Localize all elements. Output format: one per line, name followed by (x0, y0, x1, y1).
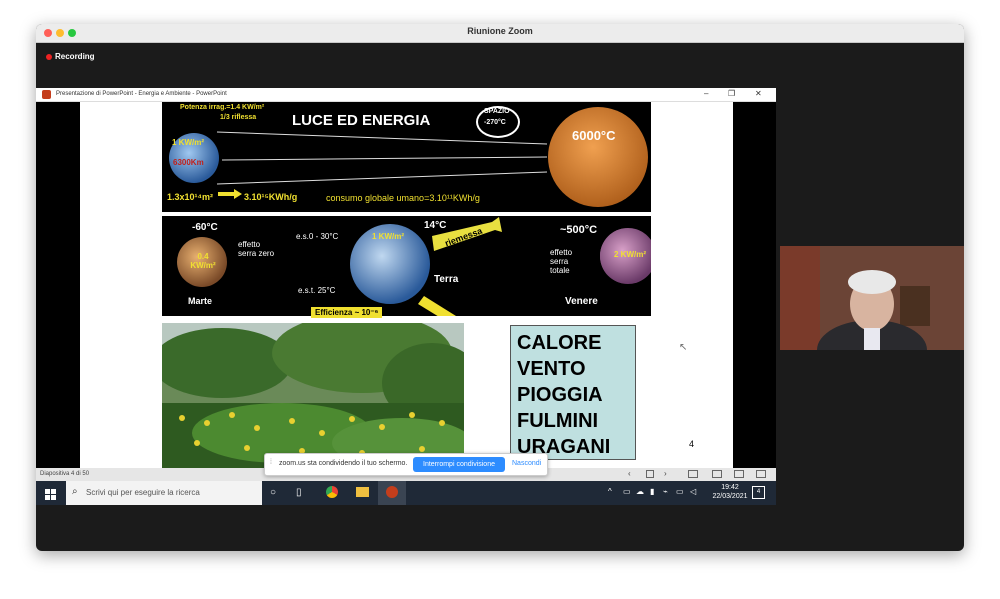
windows-start-icon[interactable] (45, 487, 56, 500)
calore-line: CALORE (517, 332, 602, 354)
slide: Potenza irrag.=1.4 KW/m² 1/3 riflessa LU… (80, 102, 733, 468)
riflessa-text: 1/3 riflessa (220, 114, 257, 121)
powerpoint-taskbar-button[interactable] (378, 481, 406, 505)
share-status-text: zoom.us sta condividendo il tuo schermo. (279, 460, 408, 467)
sorter-view-icon[interactable] (712, 470, 722, 478)
ppt-restore-icon[interactable]: ❐ (728, 89, 735, 98)
slide-grid-icon[interactable] (646, 470, 654, 478)
ppt-close-icon[interactable]: ✕ (755, 89, 762, 98)
recording-indicator: Recording (46, 52, 95, 61)
search-icon: ⌕ (72, 486, 78, 497)
participant-video-image (780, 246, 964, 350)
window-titlebar: Riunione Zoom (36, 24, 964, 43)
earth-irradiance: 1 KW/m² (172, 138, 204, 147)
powerpoint-titlebar: Presentazione di PowerPoint - Energia e … (36, 88, 776, 102)
powerpoint-taskbar-icon (386, 486, 398, 498)
onedrive-icon[interactable]: ☁ (636, 487, 644, 496)
clock-date[interactable]: 22/03/2021 (706, 493, 754, 500)
task-view-icon[interactable]: ▯ (296, 487, 302, 498)
taskbar-search-box[interactable]: ⌕ Scrivi qui per eseguire la ricerca (66, 481, 262, 505)
drag-handle-icon[interactable]: ⁞ (270, 459, 272, 466)
microphone-icon[interactable]: ▮ (650, 487, 654, 496)
est-label: e.s.t. 25°C (298, 286, 336, 295)
mars-label: Marte (188, 296, 213, 306)
clock-time[interactable]: 19:42 (712, 484, 748, 491)
venus-irradiance: 2 KW/m² (614, 250, 646, 259)
slide-counter: Diapositiva 4 di 50 (40, 471, 90, 477)
vegetation-photo (162, 323, 464, 468)
spazio-label: SPAZIO (484, 108, 510, 115)
reading-view-icon[interactable] (734, 470, 744, 478)
volume-icon[interactable]: ◁ (690, 487, 696, 496)
next-slide-icon[interactable]: › (664, 469, 667, 478)
sun-temperature: 6000°C (572, 128, 616, 143)
notifications-icon[interactable]: 4 (752, 486, 765, 499)
energy-per-day: 3.10¹⁵KWh/g (244, 192, 298, 202)
zoom-window: Riunione Zoom Recording Presentazione di… (36, 24, 964, 551)
planets-panel: -60°C 0.4 KW/m² Marte effetto serra zero… (162, 216, 651, 316)
hide-share-bar-button[interactable]: Nascondi (512, 460, 541, 467)
shared-screen: Presentazione di PowerPoint - Energia e … (36, 88, 776, 506)
windows-taskbar: ⌕ Scrivi qui per eseguire la ricerca ○ ▯… (36, 481, 776, 505)
fulmini-line: FULMINI (517, 410, 599, 432)
slideshow-view-icon[interactable] (756, 470, 766, 478)
mars-temperature: -60°C (192, 222, 218, 233)
spazio-temperature: -270°C (484, 119, 506, 126)
es0-label: e.s.0 - 30°C (296, 232, 339, 241)
cortana-icon[interactable]: ○ (270, 487, 276, 498)
file-explorer-icon[interactable] (356, 487, 369, 497)
mars-irradiance: 0.4 KW/m² (190, 252, 216, 270)
powerpoint-icon (42, 90, 51, 99)
consumo-text: consumo globale umano=3.10¹¹KWh/g (326, 193, 480, 203)
earth-radius: 6300Km (173, 158, 204, 167)
pioggia-line: PIOGGIA (517, 384, 603, 406)
earth-temperature: 14°C (424, 220, 447, 231)
tray-network-icon[interactable]: ▭ (623, 487, 631, 496)
recording-label: Recording (55, 52, 95, 61)
stop-share-button[interactable]: Interrompi condivisione (413, 457, 505, 472)
slide-page-number: 4 (689, 439, 695, 449)
terra-label: Terra (434, 274, 459, 285)
tray-chevron-icon[interactable]: ^ (608, 487, 612, 496)
sun-earth-panel: Potenza irrag.=1.4 KW/m² 1/3 riflessa LU… (162, 102, 651, 212)
venere-label: Venere (565, 296, 598, 307)
efficienza-label: Efficienza ~ 10⁻⁶ (311, 307, 383, 318)
powerpoint-title: Presentazione di PowerPoint - Energia e … (56, 91, 227, 97)
window-title: Riunione Zoom (467, 26, 533, 36)
chrome-icon[interactable] (326, 486, 338, 498)
effetto-serra-zero: effetto serra zero (238, 240, 275, 258)
vento-line: VENTO (517, 358, 586, 380)
effetto-serra-totale: effetto serra totale (550, 248, 573, 275)
calore-box: CALORE VENTO PIOGGIA FULMINI URAGANI (510, 325, 636, 460)
search-placeholder: Scrivi qui per eseguire la ricerca (86, 488, 200, 497)
venus-temperature: ~500°C (560, 224, 598, 236)
ppt-minimize-icon[interactable]: – (704, 89, 708, 98)
display-icon[interactable]: ▭ (676, 487, 684, 496)
potenza-text: Potenza irrag.=1.4 KW/m² (180, 104, 265, 111)
slide-heading: LUCE ED ENERGIA (292, 112, 431, 129)
usb-icon[interactable]: ⌁ (663, 487, 668, 496)
prev-slide-icon[interactable]: ‹ (628, 469, 631, 478)
participant-video[interactable] (780, 246, 964, 350)
earth-area: 1.3x10¹⁴m² (167, 192, 213, 202)
normal-view-icon[interactable] (688, 470, 698, 478)
vegetation-image (162, 323, 464, 468)
slideshow-area: Potenza irrag.=1.4 KW/m² 1/3 riflessa LU… (36, 102, 776, 468)
mouse-cursor-icon: ↖ (679, 342, 688, 353)
earth-irradiance-2: 1 KW/m² (372, 232, 404, 241)
screen-share-bar: ⁞ zoom.us sta condividendo il tuo scherm… (264, 453, 548, 476)
record-dot-icon (46, 53, 52, 60)
